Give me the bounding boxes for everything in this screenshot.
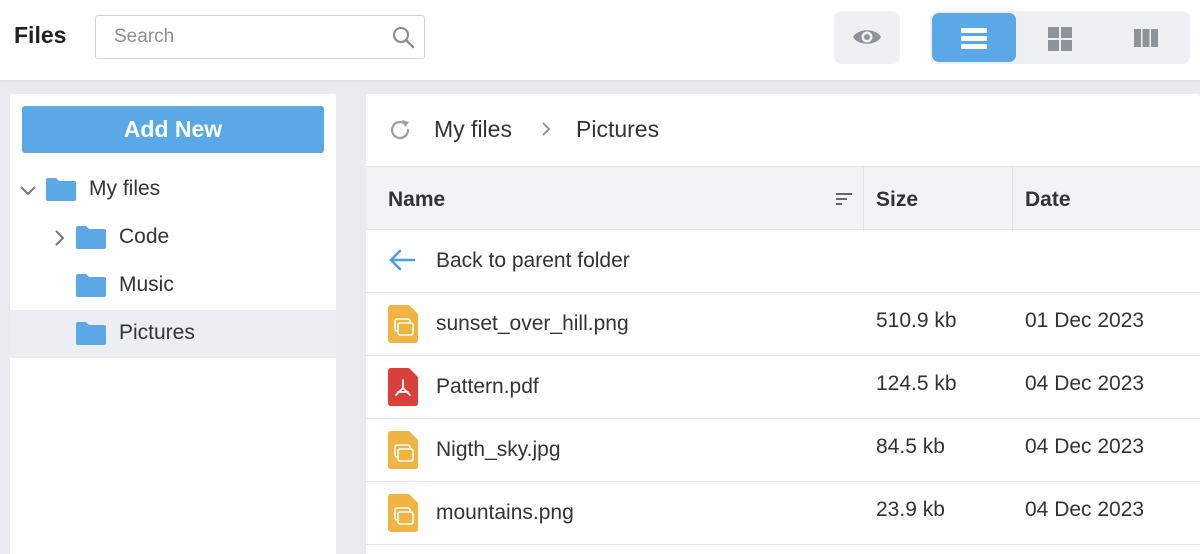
file-name: Pattern.pdf (436, 375, 539, 398)
breadcrumb-item-pictures[interactable]: Pictures (576, 116, 659, 143)
folder-icon (76, 226, 106, 249)
arrow-left-icon (389, 249, 416, 271)
tree-item-pictures[interactable]: Pictures (10, 310, 336, 358)
image-file-icon (388, 431, 418, 469)
eye-icon (853, 30, 881, 44)
file-name: mountains.png (436, 501, 574, 524)
tree-item-label: Pictures (119, 321, 195, 344)
grid-icon (1048, 27, 1072, 51)
chevron-down-icon[interactable] (19, 181, 37, 199)
search-icon[interactable] (391, 25, 415, 49)
tree-item-label: My files (89, 177, 161, 200)
tiles-view-button[interactable] (1018, 13, 1102, 62)
file-date: 01 Dec 2023 (1025, 309, 1145, 332)
add-new-button[interactable]: Add New (22, 106, 324, 153)
chevron-right-icon[interactable] (50, 229, 68, 247)
breadcrumb-item-my-files[interactable]: My files (434, 116, 512, 143)
chevron-right-icon (542, 122, 551, 136)
file-row[interactable]: sunset_over_hill.png 510.9 kb 01 Dec 202… (366, 293, 1200, 356)
file-size: 84.5 kb (876, 435, 945, 458)
view-mode-switcher (930, 11, 1190, 64)
back-to-parent-label: Back to parent folder (436, 249, 630, 272)
file-date: 04 Dec 2023 (1025, 372, 1145, 395)
tree-item-label: Music (119, 273, 174, 296)
pdf-file-icon (388, 368, 418, 406)
table-header: Name Size Date (366, 166, 1200, 231)
tree-item-label: Code (119, 225, 170, 248)
file-size: 23.9 kb (876, 498, 945, 521)
file-name: sunset_over_hill.png (436, 312, 629, 335)
file-row[interactable]: Pattern.pdf 124.5 kb 04 Dec 2023 (366, 356, 1200, 419)
file-row[interactable]: Nigth_sky.jpg 84.5 kb 04 Dec 2023 (366, 419, 1200, 482)
file-row[interactable]: mountains.png 23.9 kb 04 Dec 2023 (366, 482, 1200, 545)
app-title: Files (14, 22, 67, 48)
preview-toggle-button[interactable] (834, 11, 900, 64)
file-list-panel: My files Pictures Name Size Date Back to… (366, 94, 1200, 554)
file-date: 04 Dec 2023 (1025, 435, 1145, 458)
tree-item-my-files[interactable]: My files (10, 166, 336, 214)
file-date: 04 Dec 2023 (1025, 498, 1145, 521)
folder-icon (76, 322, 106, 345)
image-file-icon (388, 305, 418, 343)
column-header-size[interactable]: Size (876, 188, 918, 212)
file-size: 510.9 kb (876, 309, 957, 332)
folder-icon (46, 178, 76, 201)
list-icon (961, 28, 987, 49)
search-box[interactable] (95, 15, 425, 59)
file-size: 124.5 kb (876, 372, 957, 395)
column-divider (863, 167, 864, 231)
folder-sidebar: Add New My files Code Music Pictures (10, 94, 336, 554)
column-header-name[interactable]: Name (388, 188, 445, 212)
column-divider (1012, 167, 1013, 231)
refresh-icon[interactable] (388, 118, 412, 142)
list-view-button[interactable] (932, 13, 1016, 62)
tree-item-music[interactable]: Music (10, 262, 336, 310)
folder-icon (76, 274, 106, 297)
columns-view-button[interactable] (1104, 13, 1188, 62)
column-header-date[interactable]: Date (1025, 188, 1071, 212)
tree-item-code[interactable]: Code (10, 214, 336, 262)
search-input[interactable] (96, 16, 386, 58)
sort-icon[interactable] (835, 191, 853, 207)
image-file-icon (388, 494, 418, 532)
file-name: Nigth_sky.jpg (436, 438, 561, 461)
top-bar: Files (0, 0, 1200, 80)
back-to-parent-row[interactable]: Back to parent folder (366, 230, 1200, 293)
columns-icon (1134, 29, 1158, 47)
